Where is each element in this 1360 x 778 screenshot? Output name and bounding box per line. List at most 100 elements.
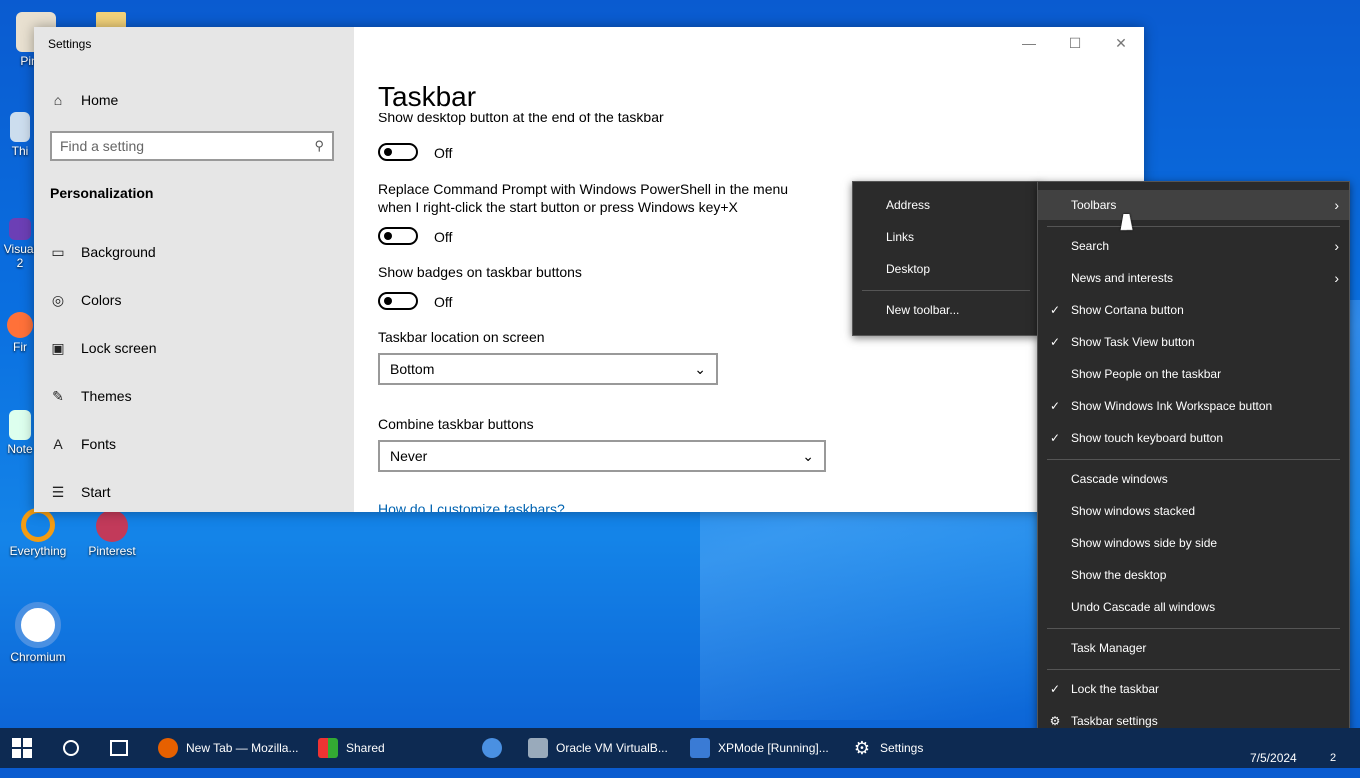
sidebar-item-fonts[interactable]: A Fonts xyxy=(50,429,116,459)
sidebar-item-start[interactable]: ☰ Start xyxy=(50,477,111,507)
desktop-icon-pinterest[interactable]: Pinterest xyxy=(76,510,148,558)
search-placeholder: Find a setting xyxy=(60,138,145,154)
setting-label-powershell: Replace Command Prompt with Windows Powe… xyxy=(378,181,789,215)
brush-icon: ✎ xyxy=(52,388,64,404)
taskbar-app-firefox[interactable]: New Tab — Mozilla... xyxy=(158,728,298,768)
taskbar-app-xpmode[interactable]: XPMode [Running]... xyxy=(690,728,829,768)
sidebar-item-lock-screen[interactable]: ▣ Lock screen xyxy=(50,333,156,363)
monitor-icon: ▣ xyxy=(51,340,65,356)
start-icon: ☰ xyxy=(51,484,65,500)
virtualbox-icon xyxy=(528,738,548,758)
home-icon: ⌂ xyxy=(53,92,63,108)
toggle-powershell[interactable] xyxy=(378,227,418,245)
taskbar-app-virtualbox[interactable]: Oracle VM VirtualB... xyxy=(528,728,668,768)
visual-studio-icon xyxy=(9,218,31,240)
menu-item-task-manager[interactable]: Task Manager xyxy=(1038,633,1349,663)
taskbar-context-menu: Toolbars › Search › News and interests ›… xyxy=(1037,181,1350,746)
menu-item-side-by-side[interactable]: Show windows side by side xyxy=(1038,528,1349,558)
gear-icon: ⚙ xyxy=(853,738,871,758)
combine-select[interactable]: Never ⌄ xyxy=(378,440,826,472)
menu-item-address[interactable]: Address xyxy=(853,190,1039,220)
menu-item-new-toolbar[interactable]: New toolbar... xyxy=(853,295,1039,325)
windows-xp-icon xyxy=(318,738,338,758)
toggle-badges[interactable] xyxy=(378,292,418,310)
notification-badge[interactable]: 2 xyxy=(1330,738,1336,778)
menu-item-cascade[interactable]: Cascade windows xyxy=(1038,464,1349,494)
settings-sidebar: Settings ⌂ Home Find a setting ⚲ Persona… xyxy=(34,27,354,512)
section-heading: Personalization xyxy=(50,185,154,201)
menu-item-toolbars[interactable]: Toolbars › xyxy=(1038,190,1349,220)
setting-label-show-desktop: Show desktop button at the end of the ta… xyxy=(378,113,664,125)
firefox-icon xyxy=(7,312,33,338)
desktop-icon-everything[interactable]: Everything xyxy=(2,508,74,558)
firefox-icon xyxy=(158,738,178,758)
search-icon: ⚲ xyxy=(314,138,324,153)
sidebar-item-label: Home xyxy=(81,92,119,108)
menu-item-people[interactable]: Show People on the taskbar xyxy=(1038,359,1349,389)
palette-icon: ◎ xyxy=(51,292,65,308)
search-input[interactable]: Find a setting ⚲ xyxy=(50,131,334,161)
toggle-state: Off xyxy=(434,294,453,310)
chevron-right-icon: › xyxy=(1334,238,1339,254)
location-select[interactable]: Bottom ⌄ xyxy=(378,353,718,385)
check-icon: ✓ xyxy=(1049,431,1061,445)
chevron-down-icon: ⌄ xyxy=(694,360,706,377)
setting-label-location: Taskbar location on screen xyxy=(378,329,545,345)
toggle-state: Off xyxy=(434,145,453,161)
menu-item-touch-keyboard[interactable]: ✓ Show touch keyboard button xyxy=(1038,423,1349,453)
select-value: Bottom xyxy=(390,361,435,377)
menu-separator xyxy=(1047,226,1340,227)
start-button[interactable] xyxy=(12,738,32,758)
taskbar-app-shared[interactable]: Shared xyxy=(318,728,385,768)
firefox-icon xyxy=(96,510,128,542)
menu-item-ink[interactable]: ✓ Show Windows Ink Workspace button xyxy=(1038,391,1349,421)
chevron-right-icon: › xyxy=(1334,197,1339,213)
sidebar-item-home[interactable]: ⌂ Home xyxy=(50,85,119,115)
taskbar-app-chromium[interactable] xyxy=(482,728,510,768)
menu-item-cortana[interactable]: ✓ Show Cortana button xyxy=(1038,295,1349,325)
chevron-down-icon: ⌄ xyxy=(802,447,814,464)
menu-separator xyxy=(1047,628,1340,629)
menu-item-lock-taskbar[interactable]: ✓ Lock the taskbar xyxy=(1038,674,1349,704)
toggle-knob xyxy=(384,232,392,240)
menu-separator xyxy=(862,290,1030,291)
sidebar-item-colors[interactable]: ◎ Colors xyxy=(50,285,122,315)
help-link[interactable]: How do I customize taskbars? xyxy=(378,501,565,512)
sidebar-item-label: Colors xyxy=(81,292,122,308)
toggle-show-desktop[interactable] xyxy=(378,143,418,161)
taskbar-app-settings[interactable]: ⚙ Settings xyxy=(852,728,923,768)
menu-item-search[interactable]: Search › xyxy=(1038,231,1349,261)
picture-icon: ▭ xyxy=(51,244,65,260)
sidebar-item-label: Background xyxy=(81,244,156,260)
toggle-knob xyxy=(384,297,392,305)
everything-icon xyxy=(21,508,55,542)
clock-date[interactable]: 7/5/2024 xyxy=(1250,738,1297,778)
menu-item-task-view[interactable]: ✓ Show Task View button xyxy=(1038,327,1349,357)
menu-item-undo-cascade[interactable]: Undo Cascade all windows xyxy=(1038,592,1349,622)
taskbar: New Tab — Mozilla... Shared Oracle VM Vi… xyxy=(0,728,1360,768)
toggle-state: Off xyxy=(434,229,453,245)
chromium-icon xyxy=(15,602,61,648)
toolbars-submenu: Address Links Desktop New toolbar... xyxy=(852,181,1040,336)
menu-item-desktop[interactable]: Desktop xyxy=(853,254,1039,284)
setting-label-badges: Show badges on taskbar buttons xyxy=(378,264,582,280)
toggle-knob xyxy=(384,148,392,156)
pc-icon xyxy=(10,112,30,142)
xpmode-icon xyxy=(690,738,710,758)
sidebar-item-label: Themes xyxy=(81,388,132,404)
menu-item-news[interactable]: News and interests › xyxy=(1038,263,1349,293)
page-title: Taskbar xyxy=(378,81,477,112)
sidebar-item-label: Lock screen xyxy=(81,340,157,356)
search-button[interactable] xyxy=(63,740,79,756)
sidebar-item-themes[interactable]: ✎ Themes xyxy=(50,381,132,411)
menu-item-stacked[interactable]: Show windows stacked xyxy=(1038,496,1349,526)
task-view-icon[interactable] xyxy=(110,740,128,756)
menu-item-show-desktop[interactable]: Show the desktop xyxy=(1038,560,1349,590)
chromium-icon xyxy=(482,738,502,758)
desktop-icon-chromium[interactable]: Chromium xyxy=(2,602,74,664)
check-icon: ✓ xyxy=(1049,399,1061,413)
check-icon: ✓ xyxy=(1049,335,1061,349)
menu-separator xyxy=(1047,669,1340,670)
sidebar-item-background[interactable]: ▭ Background xyxy=(50,237,156,267)
menu-item-links[interactable]: Links xyxy=(853,222,1039,252)
